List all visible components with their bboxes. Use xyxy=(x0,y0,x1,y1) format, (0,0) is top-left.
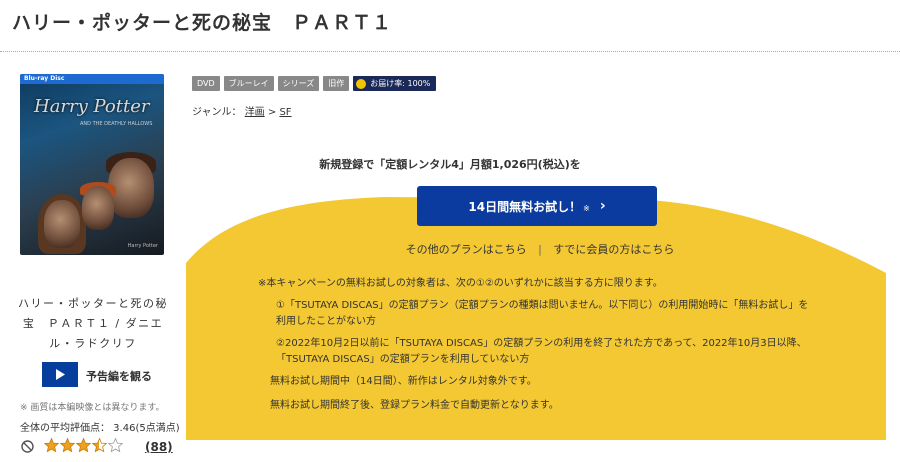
star-icon xyxy=(356,78,367,89)
trailer-label[interactable]: 予告編を観る xyxy=(86,368,152,384)
delivery-rate-text: お届け率: 100% xyxy=(370,79,431,88)
rating-stars xyxy=(44,437,124,453)
review-count-link[interactable]: (88) xyxy=(145,440,173,454)
product-caption: ハリー・ポッターと死の秘宝 ＰＡＲＴ１ / ダニエル・ラドクリフ xyxy=(18,297,168,350)
cover-footer-art: Harry Potter xyxy=(127,243,158,249)
campaign-terms-item-1-cont: 利用したことがない方 xyxy=(276,316,376,327)
star-icon xyxy=(92,437,107,453)
format-badge: 旧作 xyxy=(323,76,350,91)
image-quality-note: ※ 画質は本編映像とは異なります。 xyxy=(20,403,165,413)
average-rating-text: 全体の平均評価点： 3.46(5点満点) xyxy=(20,423,180,434)
genre-link-foreign-film[interactable]: 洋画 xyxy=(245,107,265,118)
format-badge: ブルーレイ xyxy=(223,76,274,91)
free-trial-button[interactable]: 14日間無料お試し！ ※ › xyxy=(417,186,657,226)
cover-subtitle-art: AND THE DEATHLY HALLOWS xyxy=(80,121,153,127)
campaign-terms-intro: ※本キャンペーンの無料お試しの対象者は、次の①②のいずれかに該当する方に限ります… xyxy=(258,278,663,289)
genre-label: ジャンル： xyxy=(192,107,242,118)
cover-figure xyxy=(44,200,80,248)
delivery-rate-badge: お届け率: 100% xyxy=(353,76,437,91)
star-icon xyxy=(60,437,75,453)
star-icon xyxy=(108,437,123,453)
campaign-terms-item-2: ②2022年10月2日以前に「TSUTAYA DISCAS」の定額プランの利用を… xyxy=(276,338,807,349)
other-plans-link[interactable]: その他のプランはこちら xyxy=(406,243,527,256)
cover-figure xyxy=(82,186,114,230)
trial-exclusion-note: 無料お試し期間中（14日間）、新作はレンタル対象外です。 xyxy=(270,376,537,387)
genre-separator: > xyxy=(267,107,277,118)
free-trial-note-mark: ※ xyxy=(583,203,590,213)
format-badge: シリーズ xyxy=(277,76,320,91)
member-login-link[interactable]: すでに会員の方はこちら xyxy=(553,243,674,256)
prohibited-icon[interactable] xyxy=(21,440,34,453)
play-icon xyxy=(55,369,65,380)
title-divider xyxy=(0,51,900,52)
star-icon xyxy=(76,437,91,453)
bluray-logo: Blu-ray Disc xyxy=(24,75,65,82)
campaign-terms-item-2-cont: 「TSUTAYA DISCAS」の定額プランを利用していない方 xyxy=(276,354,530,365)
format-badge: DVD xyxy=(192,76,220,91)
trailer-play-button[interactable] xyxy=(42,362,78,387)
genre-breadcrumb: ジャンル： 洋画 > SF xyxy=(192,103,292,118)
product-cover-image[interactable]: Blu-ray Disc Harry Potter AND THE DEATHL… xyxy=(20,74,164,255)
star-icon xyxy=(44,437,59,453)
link-divider: | xyxy=(538,243,542,256)
promo-headline: 新規登録で「定額レンタル4」月額1,026円(税込)を xyxy=(319,158,581,171)
chevron-right-icon: › xyxy=(599,198,606,214)
plan-links: その他のプランはこちら | すでに会員の方はこちら xyxy=(380,241,700,257)
page-title: ハリー・ポッターと死の秘宝 ＰＡＲＴ１ xyxy=(12,12,393,34)
auto-renewal-note: 無料お試し期間終了後、登録プラン料金で自動更新となります。 xyxy=(270,400,559,411)
free-trial-label: 14日間無料お試し！ xyxy=(468,199,582,214)
genre-link-sf[interactable]: SF xyxy=(279,107,291,118)
cover-title-art: Harry Potter xyxy=(34,96,150,117)
campaign-terms-item-1: ①「TSUTAYA DISCAS」の定額プラン（定額プランの種類は問いません。以… xyxy=(276,300,809,311)
format-badges: DVD ブルーレイ シリーズ 旧作 お届け率: 100% xyxy=(192,76,437,91)
